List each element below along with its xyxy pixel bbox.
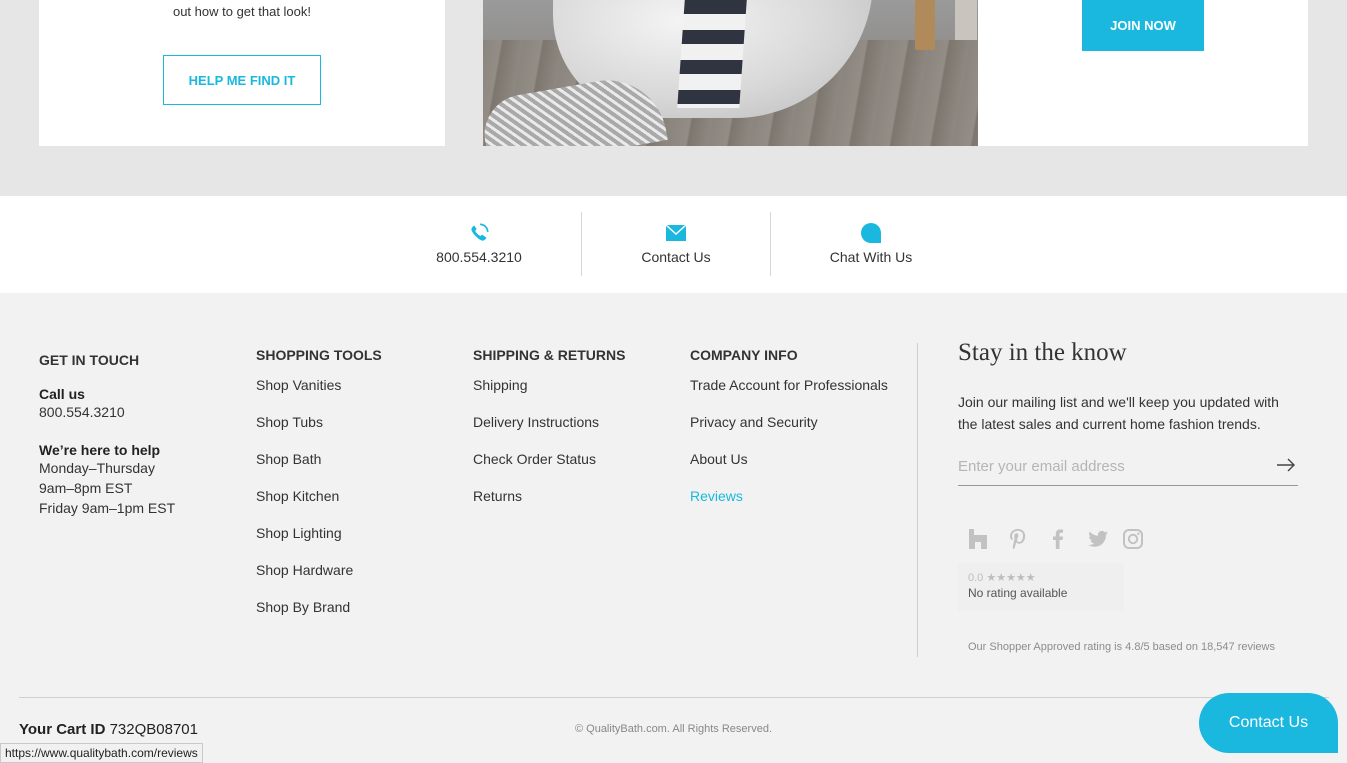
help-me-find-it-button[interactable]: HELP ME FIND IT xyxy=(163,55,321,105)
shipping-returns-column: SHIPPING & RETURNS Shipping Delivery Ins… xyxy=(473,347,625,504)
footer-link-shipping[interactable]: Shipping xyxy=(473,377,625,393)
promo-card-style-finder: out how to get that look! HELP ME FIND I… xyxy=(39,0,445,146)
browser-status-url: https://www.qualitybath.com/reviews xyxy=(0,743,203,763)
towel-graphic xyxy=(677,0,747,108)
footer-link-delivery-instructions[interactable]: Delivery Instructions xyxy=(473,414,625,430)
wall-graphic xyxy=(955,0,977,40)
footer-link-check-order-status[interactable]: Check Order Status xyxy=(473,451,625,467)
divider xyxy=(581,212,582,276)
get-in-touch-heading: GET IN TOUCH xyxy=(39,352,140,368)
divider xyxy=(770,212,771,276)
promo-card-join: JOIN NOW xyxy=(978,0,1308,146)
phone-number: 800.554.3210 xyxy=(436,249,522,265)
arrow-right-icon[interactable] xyxy=(1274,453,1298,477)
company-info-heading: COMPANY INFO xyxy=(690,347,798,363)
footer-link-shop-tubs[interactable]: Shop Tubs xyxy=(256,414,382,430)
newsletter-title: Stay in the know xyxy=(958,339,1127,366)
contact-strip: 800.554.3210 Contact Us Chat With Us xyxy=(0,196,1347,293)
footer-divider xyxy=(19,697,1329,698)
contact-us-label: Contact Us xyxy=(641,249,711,265)
shopper-approved-text[interactable]: Our Shopper Approved rating is 4.8/5 bas… xyxy=(968,641,1275,653)
vertical-divider xyxy=(917,343,918,657)
hours-line: Monday–Thursday xyxy=(39,460,155,476)
footer-link-shop-by-brand[interactable]: Shop By Brand xyxy=(256,599,382,615)
footer-link-shop-kitchen[interactable]: Shop Kitchen xyxy=(256,488,382,504)
footer: GET IN TOUCH Call us 800.554.3210 We’re … xyxy=(0,293,1347,763)
chat-bubble-icon xyxy=(861,223,881,243)
newsletter-description: Join our mailing list and we'll keep you… xyxy=(958,394,1279,432)
rating-stars: 0.0 ★★★★★ xyxy=(968,572,1036,584)
hours-line: Friday 9am–1pm EST xyxy=(39,500,176,516)
shopping-tools-heading: SHOPPING TOOLS xyxy=(256,347,382,363)
newsletter-form xyxy=(958,451,1298,486)
hours-line: 9am–8pm EST xyxy=(39,480,133,496)
rating-widget[interactable]: 0.0 ★★★★★ No rating available xyxy=(958,563,1124,611)
chat-with-us-label: Chat With Us xyxy=(829,249,913,265)
help-label: We’re here to help xyxy=(39,442,161,458)
call-us-label: Call us xyxy=(39,386,85,402)
footer-link-returns[interactable]: Returns xyxy=(473,488,625,504)
chat-with-us-link[interactable]: Chat With Us xyxy=(816,212,926,276)
contact-us-floating-button[interactable]: Contact Us xyxy=(1199,693,1338,753)
shopping-tools-column: SHOPPING TOOLS Shop Vanities Shop Tubs S… xyxy=(256,347,382,615)
phone-contact[interactable]: 800.554.3210 xyxy=(418,212,540,276)
footer-link-about-us[interactable]: About Us xyxy=(690,451,888,467)
call-us-number[interactable]: 800.554.3210 xyxy=(39,402,175,422)
footer-link-shop-lighting[interactable]: Shop Lighting xyxy=(256,525,382,541)
footer-link-privacy[interactable]: Privacy and Security xyxy=(690,414,888,430)
rating-status: No rating available xyxy=(968,586,1068,600)
get-in-touch-column: GET IN TOUCH Call us 800.554.3210 We’re … xyxy=(39,352,175,518)
contact-us-link[interactable]: Contact Us xyxy=(622,212,730,276)
footer-link-reviews[interactable]: Reviews xyxy=(690,488,888,504)
facebook-icon[interactable] xyxy=(1046,527,1070,551)
footer-link-trade-account[interactable]: Trade Account for Professionals xyxy=(690,377,888,393)
footer-link-shop-bath[interactable]: Shop Bath xyxy=(256,451,382,467)
twitter-icon[interactable] xyxy=(1086,527,1110,551)
shipping-returns-heading: SHIPPING & RETURNS xyxy=(473,347,626,363)
email-input[interactable] xyxy=(958,451,1258,481)
footer-link-shop-hardware[interactable]: Shop Hardware xyxy=(256,562,382,578)
footer-link-shop-vanities[interactable]: Shop Vanities xyxy=(256,377,382,393)
envelope-icon xyxy=(665,224,687,241)
promo-left-text: out how to get that look! xyxy=(172,4,312,19)
phone-icon xyxy=(471,223,489,241)
promo-band: out how to get that look! HELP ME FIND I… xyxy=(0,0,1347,196)
promo-bathtub-image[interactable] xyxy=(483,0,978,146)
pinterest-icon[interactable] xyxy=(1006,527,1030,551)
stool-leg-graphic xyxy=(915,0,935,50)
instagram-icon[interactable] xyxy=(1121,527,1145,551)
houzz-icon[interactable] xyxy=(966,527,990,551)
join-now-button[interactable]: JOIN NOW xyxy=(1082,0,1204,51)
company-info-column: COMPANY INFO Trade Account for Professio… xyxy=(690,347,888,504)
copyright: © QualityBath.com. All Rights Reserved. xyxy=(574,723,773,735)
